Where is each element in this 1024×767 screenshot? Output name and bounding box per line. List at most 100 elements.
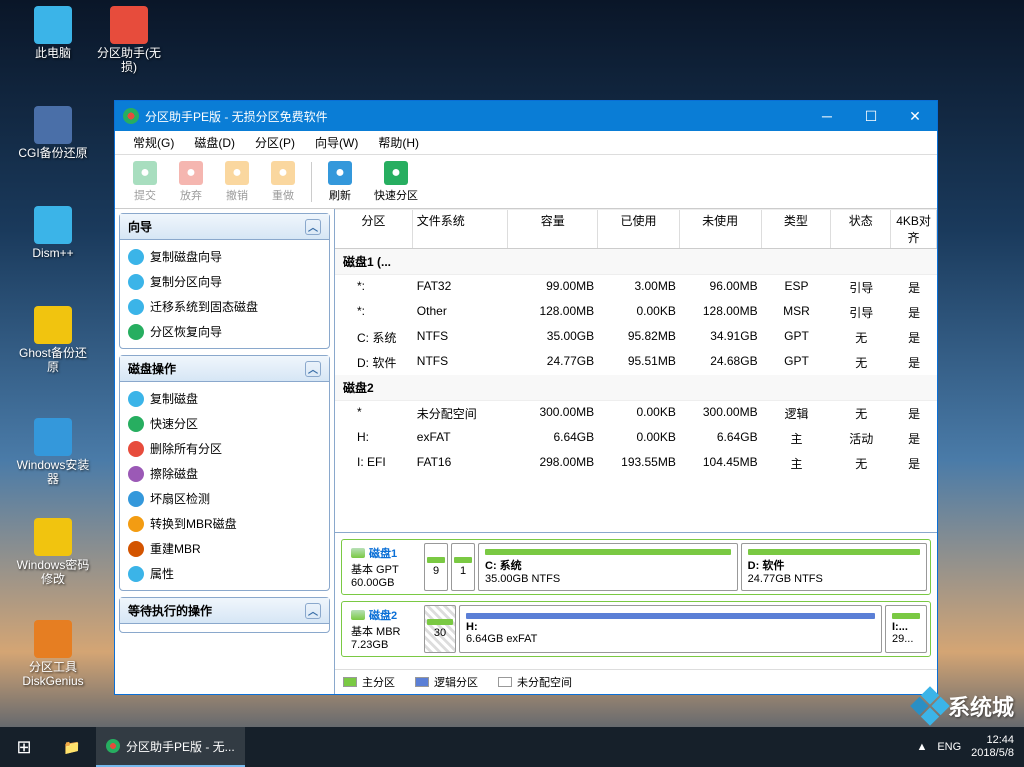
table-cell: 6.64GB	[508, 429, 598, 448]
column-header[interactable]: 分区	[335, 210, 413, 248]
desktop-icon-glyph	[34, 206, 72, 244]
partition-table: 磁盘1 (...*:FAT3299.00MB3.00MB96.00MBESP引导…	[335, 249, 937, 532]
toolbar-label: 快速分区	[374, 187, 418, 203]
panel-item[interactable]: 快速分区	[120, 411, 329, 436]
toolbar-icon: ●	[225, 161, 249, 185]
start-button[interactable]: ⊞	[0, 727, 48, 767]
panel-header[interactable]: 磁盘操作︿	[120, 356, 329, 382]
panel-item-label: 复制磁盘	[150, 390, 198, 407]
partition-block[interactable]: I:...29...	[885, 605, 927, 653]
column-header[interactable]: 4KB对齐	[891, 210, 937, 248]
table-cell: 99.00MB	[508, 278, 598, 297]
collapse-icon[interactable]: ︿	[305, 603, 321, 619]
panel-item[interactable]: 复制磁盘向导	[120, 244, 329, 269]
close-button[interactable]: ✕	[893, 101, 937, 131]
table-cell: 128.00MB	[680, 303, 762, 322]
menu-item[interactable]: 磁盘(D)	[184, 132, 245, 153]
partition-block-small[interactable]: 9	[424, 543, 448, 591]
disk-group-header[interactable]: 磁盘1 (...	[335, 249, 937, 275]
table-cell: 活动	[831, 429, 891, 448]
panel-item-icon	[128, 391, 144, 407]
desktop-icon-3[interactable]: Dism++	[16, 206, 90, 260]
column-header[interactable]: 已使用	[598, 210, 680, 248]
table-cell: 104.45MB	[680, 454, 762, 473]
menu-item[interactable]: 向导(W)	[305, 132, 368, 153]
panel-item-icon	[128, 441, 144, 457]
language-indicator[interactable]: ENG	[937, 741, 961, 753]
file-explorer-button[interactable]: 📁	[48, 727, 96, 767]
table-cell: ESP	[762, 278, 832, 297]
table-cell: 0.00KB	[598, 303, 680, 322]
toolbar-icon: ●	[179, 161, 203, 185]
table-cell: 300.00MB	[680, 404, 762, 423]
partition-block[interactable]: C: 系统35.00GB NTFS	[478, 543, 738, 591]
panel-item[interactable]: 转换到MBR磁盘	[120, 511, 329, 536]
taskbar-app[interactable]: 分区助手PE版 - 无...	[96, 727, 245, 767]
toolbar-刷新[interactable]: ●刷新	[318, 157, 362, 207]
disk-map: 磁盘1基本 GPT60.00GB91C: 系统35.00GB NTFSD: 软件…	[335, 532, 937, 669]
clock[interactable]: 12:44 2018/5/8	[971, 734, 1014, 760]
desktop-icon-4[interactable]: Ghost备份还原	[16, 306, 90, 375]
desktop-icon-glyph	[34, 620, 72, 658]
collapse-icon[interactable]: ︿	[305, 219, 321, 235]
tray-icon[interactable]: ▲	[916, 741, 927, 753]
table-row[interactable]: *:Other128.00MB0.00KB128.00MBMSR引导是	[335, 300, 937, 325]
partition-block[interactable]: D: 软件24.77GB NTFS	[741, 543, 927, 591]
panel-item[interactable]: 重建MBR	[120, 536, 329, 561]
table-row[interactable]: I: EFIFAT16298.00MB193.55MB104.45MB主无是	[335, 451, 937, 476]
panel-header[interactable]: 等待执行的操作︿	[120, 598, 329, 624]
partition-block[interactable]: H:6.64GB exFAT	[459, 605, 882, 653]
column-header[interactable]: 文件系统	[413, 210, 509, 248]
disk-bar: 磁盘1基本 GPT60.00GB91C: 系统35.00GB NTFSD: 软件…	[341, 539, 931, 595]
table-cell: 95.82MB	[598, 328, 680, 347]
disk-group-header[interactable]: 磁盘2	[335, 375, 937, 401]
disk-info[interactable]: 磁盘2基本 MBR7.23GB	[345, 605, 421, 653]
table-row[interactable]: C: 系统NTFS35.00GB95.82MB34.91GBGPT无是	[335, 325, 937, 350]
desktop-icon-7[interactable]: 分区工具DiskGenius	[16, 620, 90, 689]
panel-header[interactable]: 向导︿	[120, 214, 329, 240]
partition-block-small[interactable]: 30	[424, 605, 456, 653]
table-cell: *:	[335, 278, 413, 297]
panel-item[interactable]: 迁移系统到固态磁盘	[120, 294, 329, 319]
panel-item-icon	[128, 516, 144, 532]
minimize-button[interactable]: ─	[805, 101, 849, 131]
panel-item-icon	[128, 466, 144, 482]
desktop-icon-label: Windows密码修改	[16, 558, 90, 587]
desktop-icon-glyph	[34, 518, 72, 556]
menu-item[interactable]: 常规(G)	[123, 132, 184, 153]
panel-item[interactable]: 删除所有分区	[120, 436, 329, 461]
column-header[interactable]: 未使用	[680, 210, 762, 248]
desktop-icon-5[interactable]: Windows安装器	[16, 418, 90, 487]
collapse-icon[interactable]: ︿	[305, 361, 321, 377]
menu-item[interactable]: 帮助(H)	[368, 132, 429, 153]
column-header[interactable]: 类型	[762, 210, 832, 248]
titlebar[interactable]: 分区助手PE版 - 无损分区免费软件 ─ ☐ ✕	[115, 101, 937, 131]
panel-item[interactable]: 复制分区向导	[120, 269, 329, 294]
disk-info[interactable]: 磁盘1基本 GPT60.00GB	[345, 543, 421, 591]
desktop-icon-label: 此电脑	[16, 46, 90, 60]
panel-item[interactable]: 坏扇区检测	[120, 486, 329, 511]
panel-item[interactable]: 属性	[120, 561, 329, 586]
disk-icon	[351, 548, 365, 558]
column-header[interactable]: 容量	[508, 210, 598, 248]
desktop-icon-1[interactable]: 分区助手(无损)	[92, 6, 166, 75]
table-cell: 是	[891, 454, 937, 473]
table-row[interactable]: *未分配空间300.00MB0.00KB300.00MB逻辑无是	[335, 401, 937, 426]
toolbar-快速分区[interactable]: ●快速分区	[364, 157, 428, 207]
panel-item[interactable]: 擦除磁盘	[120, 461, 329, 486]
panel-item-label: 迁移系统到固态磁盘	[150, 298, 258, 315]
desktop-icon-2[interactable]: CGI备份还原	[16, 106, 90, 160]
maximize-button[interactable]: ☐	[849, 101, 893, 131]
table-row[interactable]: H:exFAT6.64GB0.00KB6.64GB主活动是	[335, 426, 937, 451]
panel-item[interactable]: 复制磁盘	[120, 386, 329, 411]
partition-block-small[interactable]: 1	[451, 543, 475, 591]
window-title: 分区助手PE版 - 无损分区免费软件	[145, 108, 328, 125]
desktop-icon-6[interactable]: Windows密码修改	[16, 518, 90, 587]
table-row[interactable]: *:FAT3299.00MB3.00MB96.00MBESP引导是	[335, 275, 937, 300]
desktop-icon-glyph	[110, 6, 148, 44]
panel-item[interactable]: 分区恢复向导	[120, 319, 329, 344]
column-header[interactable]: 状态	[831, 210, 891, 248]
table-row[interactable]: D: 软件NTFS24.77GB95.51MB24.68GBGPT无是	[335, 350, 937, 375]
menu-item[interactable]: 分区(P)	[245, 132, 305, 153]
desktop-icon-0[interactable]: 此电脑	[16, 6, 90, 60]
